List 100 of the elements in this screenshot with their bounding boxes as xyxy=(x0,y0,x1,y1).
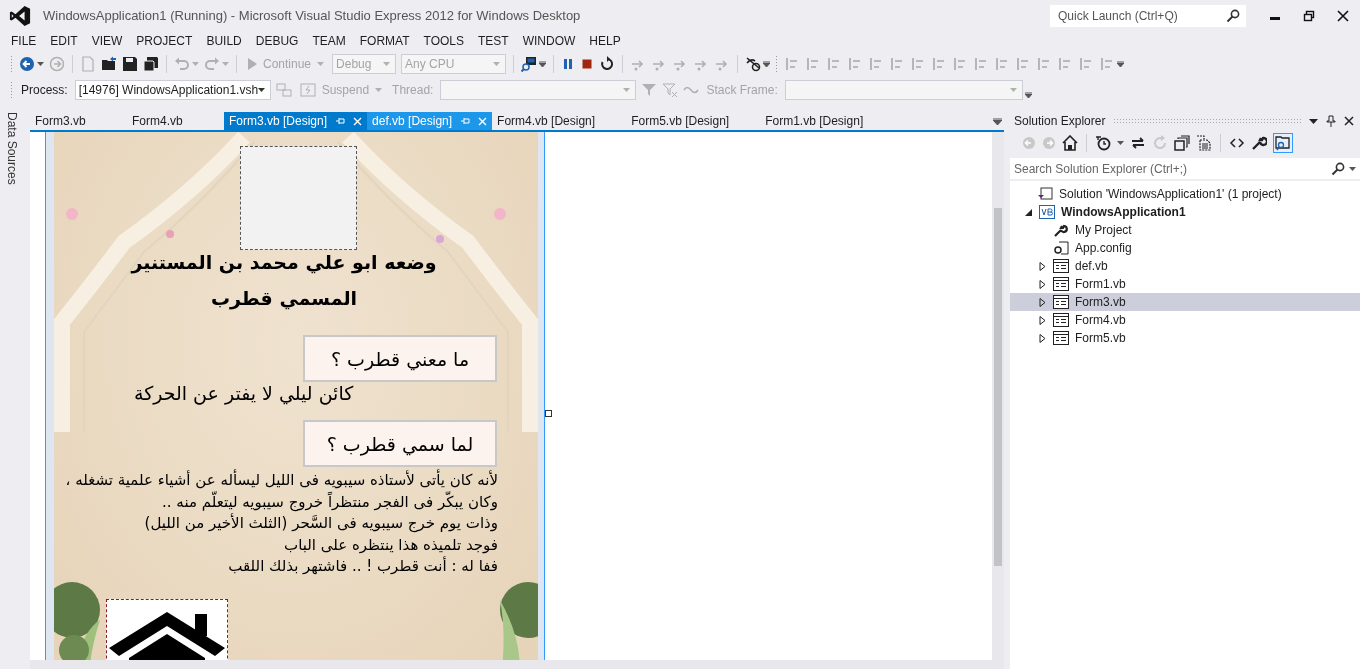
expander-icon[interactable] xyxy=(1038,297,1047,307)
open-folder-icon[interactable] xyxy=(101,56,117,72)
document-tab[interactable]: Form5.vb [Design] xyxy=(626,112,735,130)
expander-icon[interactable] xyxy=(1024,207,1033,217)
menu-item[interactable]: FORMAT xyxy=(352,34,417,48)
form-file-icon xyxy=(1053,259,1069,273)
search-icon xyxy=(1226,8,1240,23)
solution-icon xyxy=(1037,187,1053,201)
vb-project-icon xyxy=(1039,205,1055,219)
tree-item[interactable]: Form4.vb xyxy=(1010,311,1360,329)
save-icon[interactable] xyxy=(122,56,138,72)
restore-icon[interactable] xyxy=(1303,9,1315,22)
document-tab[interactable]: Form4.vb xyxy=(127,112,224,130)
caret-icon[interactable] xyxy=(37,62,44,66)
home-icon[interactable] xyxy=(1062,135,1078,151)
undo-icon[interactable] xyxy=(174,56,190,72)
question-button[interactable]: لما سمي قطرب ؟ xyxy=(303,420,497,467)
caret-icon xyxy=(1009,88,1017,92)
side-tab[interactable]: Data Sources xyxy=(3,112,21,185)
tab-list-caret-icon[interactable] xyxy=(993,117,1002,125)
attach-process-icon[interactable] xyxy=(521,56,538,72)
scrollbar-thumb[interactable] xyxy=(994,208,1002,566)
caret-icon[interactable] xyxy=(1117,141,1124,145)
tree-item[interactable]: App.config xyxy=(1010,239,1360,257)
stop-icon[interactable] xyxy=(580,57,595,71)
menu-item[interactable]: FILE xyxy=(4,34,44,48)
wrench-icon xyxy=(1053,223,1069,237)
expander-icon[interactable] xyxy=(1038,261,1047,271)
menu-item[interactable]: WINDOW xyxy=(515,34,583,48)
collapse-all-icon[interactable] xyxy=(1174,135,1190,151)
play-icon xyxy=(247,58,257,70)
form-heading: وضعه ابو علي محمد بن المستنير المسمي قطرب xyxy=(129,250,438,312)
caret-icon[interactable] xyxy=(1117,61,1125,67)
menu-item[interactable]: EDIT xyxy=(43,34,85,48)
sync-icon[interactable] xyxy=(1130,135,1146,151)
tree-item[interactable]: Form3.vb xyxy=(1010,293,1360,311)
menu-item[interactable]: HELP xyxy=(582,34,628,48)
caret-icon[interactable] xyxy=(1024,92,1032,98)
thread-label: Thread: xyxy=(391,83,435,97)
process-dropdown[interactable]: [14976] WindowsApplication1.vsh xyxy=(74,80,271,100)
menu-item[interactable]: TOOLS xyxy=(416,34,471,48)
caret-icon xyxy=(1349,166,1356,171)
caret-icon[interactable] xyxy=(539,61,547,67)
resize-handle[interactable] xyxy=(545,410,552,417)
show-all-files-icon[interactable] xyxy=(1196,135,1212,151)
document-tab[interactable]: Form1.vb [Design] xyxy=(760,112,869,130)
close-icon[interactable] xyxy=(1344,116,1354,126)
question-button[interactable]: ما معني قطرب ؟ xyxy=(303,335,497,382)
expander-icon[interactable] xyxy=(1038,333,1047,343)
save-all-icon[interactable] xyxy=(143,56,159,72)
process-label: Process: xyxy=(20,83,69,97)
back-icon[interactable] xyxy=(19,56,35,72)
caret-icon[interactable] xyxy=(763,61,771,67)
search-icon xyxy=(1331,161,1345,176)
forward-icon[interactable] xyxy=(49,56,65,72)
filter-icon[interactable] xyxy=(662,82,679,98)
breakpoint-icon[interactable] xyxy=(745,56,762,72)
menu-item[interactable]: PROJECT xyxy=(129,34,200,48)
quick-launch-field[interactable]: Quick Launch (Ctrl+Q) xyxy=(1050,4,1246,27)
restart-icon[interactable] xyxy=(599,56,616,72)
redo-icon[interactable] xyxy=(204,56,220,72)
expander-icon[interactable] xyxy=(1038,279,1047,289)
expander-icon[interactable] xyxy=(1038,315,1047,325)
caret-icon[interactable] xyxy=(1309,118,1318,124)
menu-item[interactable]: DEBUG xyxy=(248,34,306,48)
caret-icon xyxy=(375,88,383,92)
window-title: WindowsApplication1 (Running) - Microsoft Visual Studio Express 2012 for Windows Desktop xyxy=(43,8,582,23)
menu-item[interactable]: TEAM xyxy=(305,34,353,48)
tree-item[interactable]: def.vb xyxy=(1010,257,1360,275)
tree-item[interactable]: Form1.vb xyxy=(1010,275,1360,293)
close-icon[interactable] xyxy=(1337,9,1349,22)
panel-title: Solution Explorer xyxy=(1014,114,1106,128)
caret-icon xyxy=(623,88,631,92)
form-file-icon xyxy=(1053,313,1069,327)
form-file-icon xyxy=(1053,295,1069,309)
document-tab[interactable]: Form3.vb xyxy=(30,112,127,130)
document-tab[interactable]: Form4.vb [Design] xyxy=(492,112,601,130)
form-file-icon xyxy=(1053,331,1069,345)
menu-item[interactable]: BUILD xyxy=(199,34,249,48)
caret-icon xyxy=(317,62,325,66)
preview-icon[interactable] xyxy=(1273,133,1293,153)
pin-icon[interactable] xyxy=(1326,115,1336,127)
clock-icon[interactable] xyxy=(1095,135,1111,151)
caret-icon xyxy=(257,88,265,92)
wrench-icon[interactable] xyxy=(1251,135,1267,151)
tree-item[interactable]: Form5.vb xyxy=(1010,329,1360,347)
tree-item[interactable]: Solution 'WindowsApplication1' (1 project) xyxy=(1010,185,1360,203)
stack-frame-label: Stack Frame: xyxy=(705,83,779,97)
new-file-icon[interactable] xyxy=(80,56,96,72)
config-file-icon xyxy=(1053,241,1069,255)
caret-icon xyxy=(493,62,501,66)
tree-item[interactable]: My Project xyxy=(1010,221,1360,239)
filter-icon[interactable] xyxy=(641,82,658,98)
form-file-icon xyxy=(1053,277,1069,291)
menu-item[interactable]: VIEW xyxy=(84,34,130,48)
tree-item[interactable]: WindowsApplication1 xyxy=(1010,203,1360,221)
answer-label: كائن ليلي لا يفتر عن الحركة xyxy=(134,382,354,404)
menu-item[interactable]: TEST xyxy=(471,34,516,48)
suspend-icon xyxy=(299,83,316,97)
story-text: لأنه كان يأتى لأستاذه سيبويه فى الليل ليسأله عن أشياء علمية تشغله ، وكان يبكّر فى الفجر منتظراً خروج سيبويه ليتعلّم منه .. وذات يوم خرج سيبويه فى السَّحر (الثلث الأخير من الليل) فوجد تلميذه هذا ينتظره على الباب ففا له : أنت قطرب ! .. فاشتهر بذلك اللقب xyxy=(65,470,498,577)
